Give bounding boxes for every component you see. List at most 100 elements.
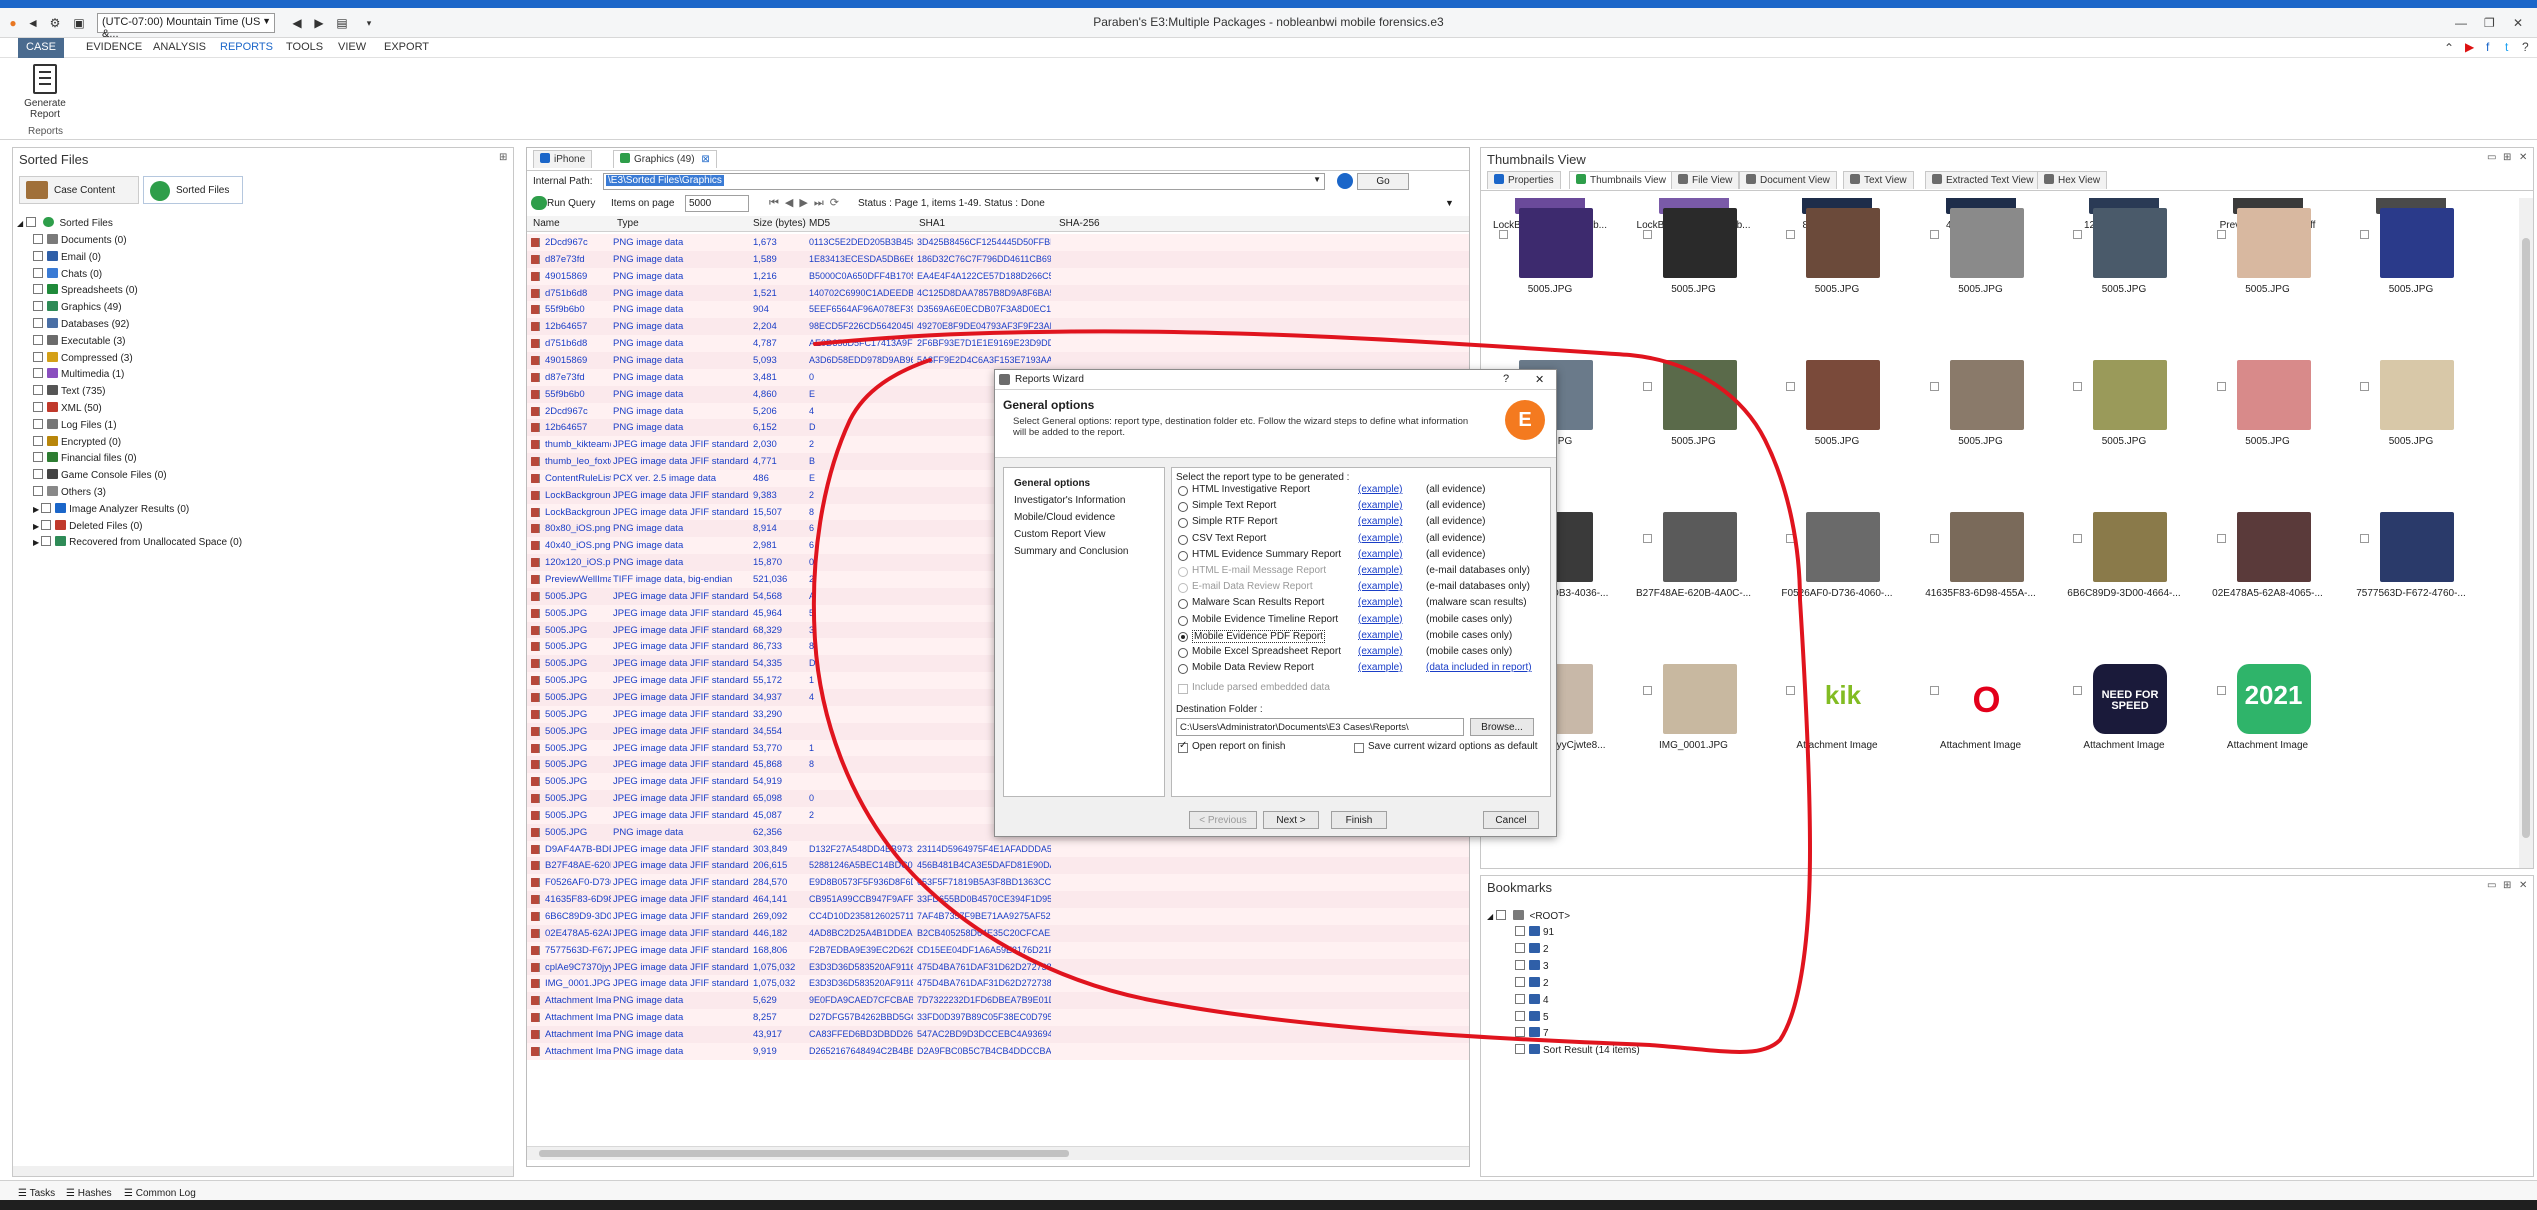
report-type-radio[interactable] xyxy=(1178,599,1188,610)
thumbnail-tab[interactable]: Hex View xyxy=(2037,171,2108,189)
tree-item-checkbox[interactable] xyxy=(41,502,52,513)
thumbnail-item[interactable]: 41635F83-6D98-455A-... xyxy=(1916,512,2046,622)
tree-item[interactable]: Encrypted (0) xyxy=(33,435,121,452)
thumbnail-checkbox[interactable] xyxy=(2360,382,2369,391)
tree-item-checkbox[interactable] xyxy=(33,318,43,328)
bookmark-item[interactable]: 7 xyxy=(1515,1027,1549,1043)
report-type-radio[interactable] xyxy=(1178,583,1188,594)
hashes-tab[interactable]: ☰ Hashes xyxy=(66,1188,112,1199)
tree-item[interactable]: Multimedia (1) xyxy=(33,368,124,384)
tree-item-checkbox[interactable] xyxy=(33,250,43,261)
thumbnail-item[interactable]: 7577563D-F672-4760-... xyxy=(2346,512,2476,622)
thumbnail-checkbox[interactable] xyxy=(2360,230,2369,239)
case-content-tab[interactable]: Case Content xyxy=(19,176,139,204)
table-row[interactable]: 41635F83-6D98-455A-AJPEG image data JFIF… xyxy=(527,891,1469,909)
maximize-icon[interactable]: ❐ xyxy=(2484,16,2495,30)
tree-item-checkbox[interactable] xyxy=(33,435,43,446)
example-link[interactable]: (example) xyxy=(1358,516,1402,527)
pin-icon[interactable]: ⊞ xyxy=(2503,152,2511,163)
thumbnail-item[interactable]: 5005.JPG xyxy=(2203,360,2333,470)
internal-path-input[interactable]: \E3\Sorted Files\Graphics ▼ xyxy=(603,173,1325,190)
report-type-label[interactable]: HTML E-mail Message Report xyxy=(1192,565,1326,576)
example-link[interactable]: (example) xyxy=(1358,581,1402,592)
example-link[interactable]: (example) xyxy=(1358,500,1402,511)
pager-buttons[interactable]: ⏮◀▶⏭⟳ xyxy=(769,196,845,210)
thumbnail-item[interactable]: 5005.JPG xyxy=(2346,360,2476,470)
thumbnail-item[interactable]: kik Attachment Image xyxy=(1772,664,1902,774)
bookmark-checkbox[interactable] xyxy=(1515,1010,1525,1021)
report-type-radio[interactable] xyxy=(1178,518,1188,529)
previous-button[interactable]: < Previous xyxy=(1189,811,1257,829)
bookmark-root[interactable]: ◢ <ROOT> xyxy=(1487,910,1570,926)
tree-item-checkbox[interactable] xyxy=(33,284,43,295)
table-row[interactable]: cplAe9C7370jyyCjwte8rCJPEG image data JF… xyxy=(527,958,1469,976)
thumbnail-item[interactable]: 5005.JPG xyxy=(2059,360,2189,470)
bookmark-checkbox[interactable] xyxy=(1515,926,1525,936)
thumbnail-tab[interactable]: Text View xyxy=(1843,171,1914,189)
report-type-radio[interactable] xyxy=(1178,664,1188,675)
col-type[interactable]: Type xyxy=(617,218,639,229)
collapse-ribbon-icon[interactable]: ⌃ xyxy=(2444,41,2454,55)
bookmark-item[interactable]: 4 xyxy=(1515,993,1549,1010)
table-row[interactable]: 49015869 PNG image data 5,093 A3D6D58EDD978… xyxy=(527,351,1469,369)
thumbnail-checkbox[interactable] xyxy=(1642,230,1652,239)
report-type-label[interactable]: HTML Evidence Summary Report xyxy=(1192,549,1341,560)
report-scope[interactable]: (data included in report) xyxy=(1426,662,1532,673)
thumbnail-tab[interactable]: Extracted Text View xyxy=(1925,171,2041,189)
thumbnail-checkbox[interactable] xyxy=(1929,382,1939,391)
tree-item[interactable]: XML (50) xyxy=(33,402,102,418)
go-arrow-icon[interactable] xyxy=(1337,173,1353,189)
youtube-icon[interactable]: ▶ xyxy=(2465,40,2474,54)
thumbnail-item[interactable]: 5005.JPG xyxy=(2346,208,2476,318)
minimize-icon[interactable]: — xyxy=(2455,16,2467,30)
include-parsed-checkbox[interactable] xyxy=(1178,684,1188,694)
table-row[interactable]: F0526AF0-D736-4060-87JPEG image data JFI… xyxy=(527,874,1469,892)
report-type-label[interactable]: Mobile Excel Spreadsheet Report xyxy=(1192,646,1341,657)
col-sha256[interactable]: SHA-256 xyxy=(1059,218,1100,229)
close-window-icon[interactable]: ✕ xyxy=(2513,16,2523,30)
wizard-step[interactable]: Summary and Conclusion xyxy=(1014,546,1129,557)
report-type-label[interactable]: HTML Investigative Report xyxy=(1192,484,1310,495)
tree-item-checkbox[interactable] xyxy=(33,267,43,278)
tree-item-checkbox[interactable] xyxy=(41,519,52,530)
example-link[interactable]: (example) xyxy=(1358,565,1402,576)
tree-item-checkbox[interactable] xyxy=(33,301,43,312)
report-type-radio[interactable] xyxy=(1178,648,1188,658)
thumbnail-checkbox[interactable] xyxy=(2216,534,2226,543)
next-button[interactable]: Next > xyxy=(1263,811,1319,829)
thumbnail-item[interactable]: NEED FOR SPEED Attachment Image xyxy=(2059,664,2189,774)
items-on-page-input[interactable]: 5000 xyxy=(685,195,749,212)
tree-item[interactable]: Graphics (49) xyxy=(33,301,122,317)
tree-item-checkbox[interactable] xyxy=(41,536,52,547)
tree-item-checkbox[interactable] xyxy=(33,469,43,480)
float-icon[interactable]: ▭ xyxy=(2487,880,2496,891)
scrollbar-thumb[interactable] xyxy=(2522,238,2530,838)
tree-item[interactable]: Log Files (1) xyxy=(33,418,117,435)
tree-item-checkbox[interactable] xyxy=(33,418,43,429)
table-row[interactable]: 55f9b6b0 PNG image data 904 5EEF6564AF96A07… xyxy=(527,301,1469,319)
col-name[interactable]: Name xyxy=(533,218,560,229)
thumbnail-checkbox[interactable] xyxy=(1786,686,1795,695)
example-link[interactable]: (example) xyxy=(1358,662,1402,673)
tree-item[interactable]: Chats (0) xyxy=(33,267,102,284)
thumbnail-item[interactable]: 5005.JPG xyxy=(1772,208,1902,318)
tree-item[interactable]: Databases (92) xyxy=(33,318,129,334)
wizard-step[interactable]: Custom Report View xyxy=(1014,529,1106,540)
thumbnail-item[interactable]: IMG_0001.JPG xyxy=(1629,664,1759,774)
tree-item[interactable]: Spreadsheets (0) xyxy=(33,284,138,300)
bookmark-checkbox[interactable] xyxy=(1515,1027,1525,1038)
menu-tools[interactable]: TOOLS xyxy=(286,41,323,53)
table-row[interactable]: d87e73fd PNG image data 1,589 1E83413ECESDA… xyxy=(527,250,1469,268)
thumbnail-checkbox[interactable] xyxy=(2216,230,2226,239)
tree-item[interactable]: Text (735) xyxy=(33,385,105,401)
example-link[interactable]: (example) xyxy=(1358,646,1402,657)
example-link[interactable]: (example) xyxy=(1358,533,1402,544)
report-type-radio[interactable] xyxy=(1178,550,1188,561)
go-button[interactable]: Go xyxy=(1357,173,1409,190)
thumbnail-checkbox[interactable] xyxy=(2216,686,2226,695)
menu-reports[interactable]: REPORTS xyxy=(220,41,273,53)
thumbnail-item[interactable]: 6B6C89D9-3D00-4664-... xyxy=(2059,512,2189,622)
thumbnail-checkbox[interactable] xyxy=(1929,230,1939,239)
twitter-icon[interactable]: t xyxy=(2505,40,2508,54)
bookmark-item[interactable]: 5 xyxy=(1515,1010,1549,1027)
